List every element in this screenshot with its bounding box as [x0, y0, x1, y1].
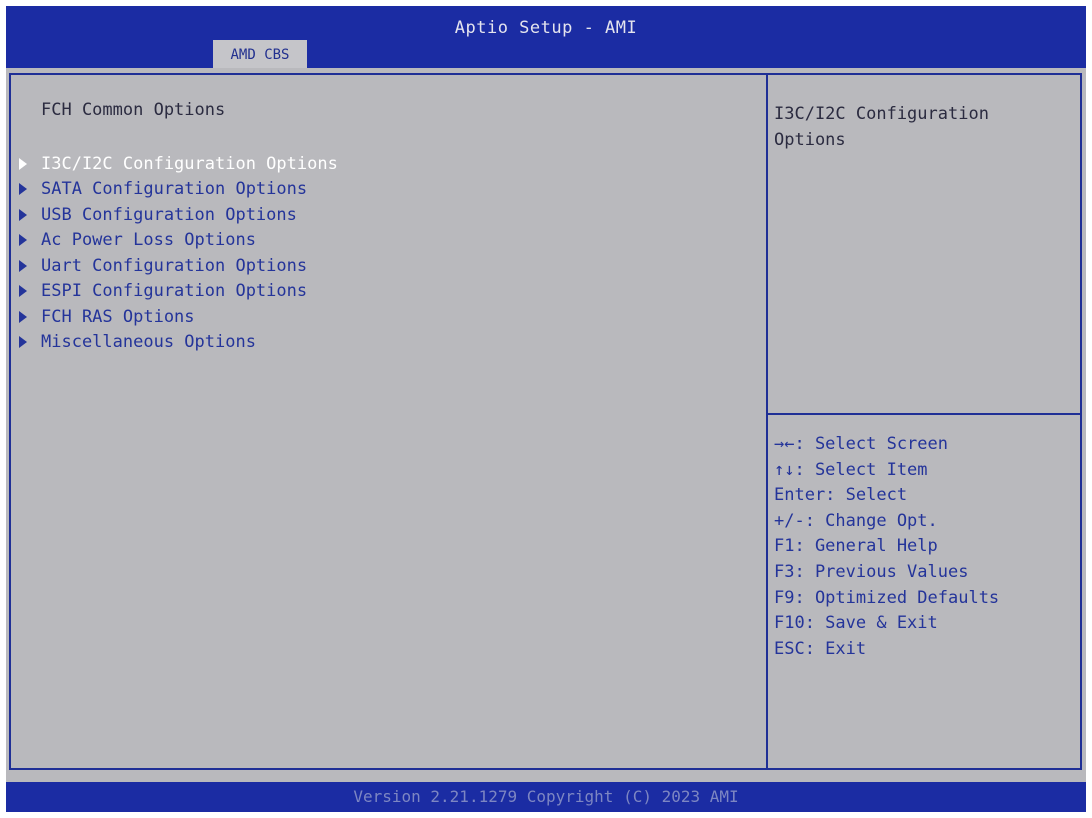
submenu-arrow-icon	[19, 183, 27, 196]
menu-item-sata-configuration[interactable]: SATA Configuration Options	[19, 177, 338, 203]
submenu-arrow-icon	[19, 310, 27, 323]
submenu-arrow-icon	[19, 336, 27, 349]
key-hint-optimized-defaults: F9: Optimized Defaults	[774, 587, 1000, 608]
section-title: FCH Common Options	[41, 100, 226, 120]
menu-item-usb-configuration[interactable]: USB Configuration Options	[19, 202, 338, 228]
key-hint-previous-values: F3: Previous Values	[774, 561, 969, 582]
key-hint-save-exit: F10: Save & Exit	[774, 613, 938, 634]
submenu-arrow-icon	[19, 259, 27, 272]
app-title: Aptio Setup - AMI	[454, 18, 638, 38]
menu-item-espi-configuration[interactable]: ESPI Configuration Options	[19, 279, 338, 305]
menu-item-uart-configuration[interactable]: Uart Configuration Options	[19, 253, 338, 279]
key-legend: →←: Select Screen ↑↓: Select Item Enter:…	[774, 432, 999, 662]
menu-item-label: Uart Configuration Options	[41, 255, 308, 276]
bios-screen: Aptio Setup - AMI AMD CBS FCH Common Opt…	[6, 6, 1086, 812]
menu-item-label: SATA Configuration Options	[41, 179, 308, 200]
key-hint-general-help: F1: General Help	[774, 536, 938, 557]
footer-version: Version 2.21.1279 Copyright (C) 2023 AMI	[6, 782, 1086, 812]
submenu-arrow-icon	[19, 208, 27, 221]
key-hint-select-screen: →←: Select Screen	[774, 434, 948, 454]
menu-item-label: ESPI Configuration Options	[41, 281, 308, 302]
help-description: I3C/I2C Configuration Options	[774, 104, 989, 150]
menu-item-label: FCH RAS Options	[41, 306, 195, 327]
key-hint-enter: Enter: Select	[774, 485, 908, 506]
header-bar: Aptio Setup - AMI AMD CBS	[6, 6, 1086, 68]
submenu-arrow-icon	[19, 285, 27, 298]
menu-item-label: USB Configuration Options	[41, 204, 297, 225]
key-hint-change-opt: +/-: Change Opt.	[774, 510, 938, 531]
menu-item-label: I3C/I2C Configuration Options	[41, 153, 338, 174]
help-panel: I3C/I2C Configuration Options →←: Select…	[768, 73, 1082, 770]
key-hint-exit: ESC: Exit	[774, 638, 867, 659]
menu-list: I3C/I2C Configuration Options SATA Confi…	[19, 151, 338, 355]
menu-item-i3c-i2c-configuration[interactable]: I3C/I2C Configuration Options	[19, 151, 338, 177]
key-hint-select-item: ↑↓: Select Item	[774, 459, 928, 480]
tab-amd-cbs[interactable]: AMD CBS	[213, 40, 307, 68]
menu-item-label: Ac Power Loss Options	[41, 230, 256, 251]
menu-item-fch-ras[interactable]: FCH RAS Options	[19, 304, 338, 330]
main-panel: FCH Common Options I3C/I2C Configuration…	[9, 73, 768, 770]
menu-item-label: Miscellaneous Options	[41, 332, 256, 353]
submenu-arrow-icon	[19, 157, 27, 170]
menu-item-ac-power-loss[interactable]: Ac Power Loss Options	[19, 228, 338, 254]
help-divider	[768, 413, 1080, 415]
menu-item-miscellaneous[interactable]: Miscellaneous Options	[19, 330, 338, 356]
submenu-arrow-icon	[19, 234, 27, 247]
